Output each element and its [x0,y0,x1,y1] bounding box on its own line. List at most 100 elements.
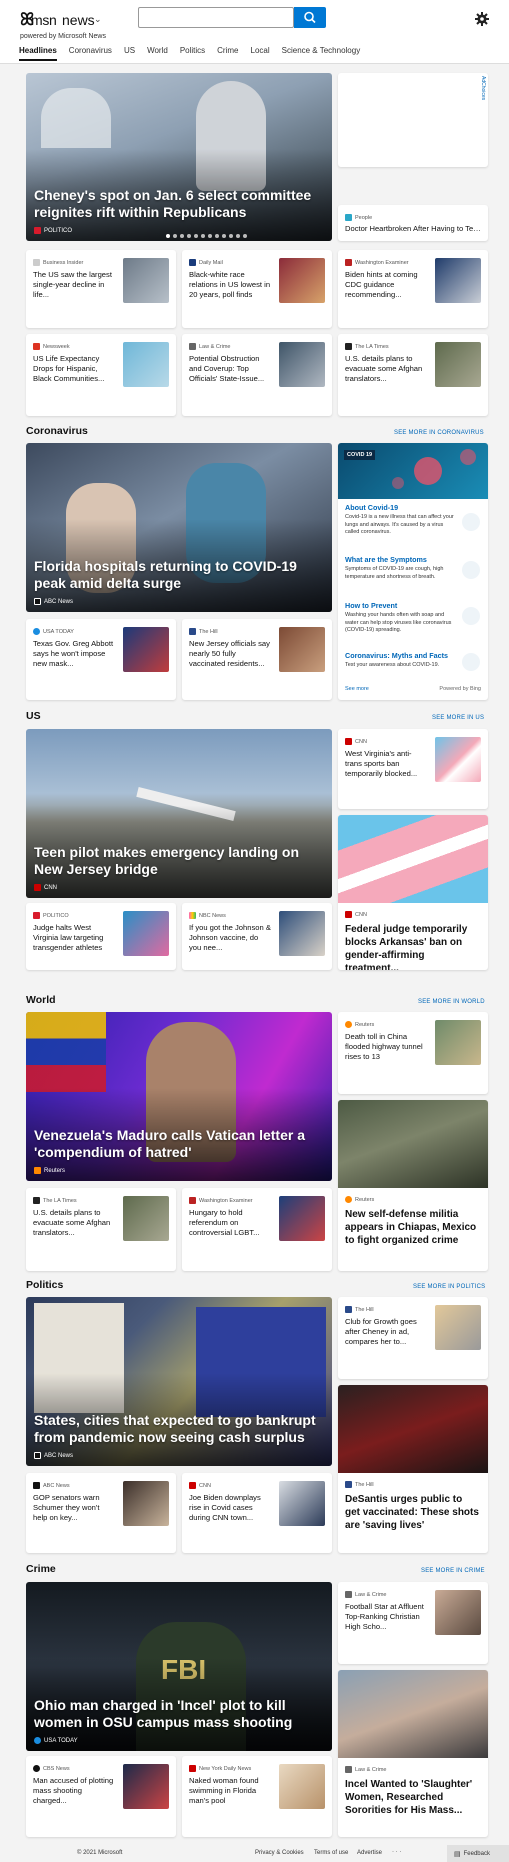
covid-see-more[interactable]: See more [345,686,369,692]
news-card[interactable]: The Hill Club for Growth goes after Chene… [338,1297,488,1379]
news-card[interactable]: NBC News If you got the Johnson & Johnson… [182,903,332,970]
tab-headlines[interactable]: Headlines [19,46,57,61]
tab-politics[interactable]: Politics [180,46,205,61]
msn-logo[interactable]: ꕤ msn news ⌄ powered by Microsoft News [20,9,130,40]
hero-title[interactable]: Ohio man charged in 'Incel' plot to kill… [34,1697,322,1731]
terms-link[interactable]: Terms of use [314,1850,348,1856]
feedback-button[interactable]: ▤ Feedback [447,1845,509,1862]
see-more-world[interactable]: SEE MORE IN WORLD [418,999,485,1005]
news-card[interactable]: Law & Crime Potential Obstruction and Cov… [182,334,332,416]
covid-item-title[interactable]: About Covid-19 [345,503,459,512]
news-card[interactable]: ABC News GOP senators warn Schumer they w… [26,1473,176,1553]
hero-card[interactable]: Florida hospitals returning to COVID-19 … [26,443,332,612]
news-card[interactable]: CNN West Virginia's anti-trans sports ban… [338,729,488,809]
search-input[interactable] [138,7,294,28]
card-thumbnail [279,1481,325,1526]
covid-item-title[interactable]: What are the Symptoms [345,555,459,564]
tab-local[interactable]: Local [251,46,270,61]
source-label: Reuters [355,1196,375,1203]
news-card[interactable]: CNN Joe Biden downplays rise in Covid cas… [182,1473,332,1553]
news-card[interactable]: Reuters Death toll in China flooded highw… [338,1012,488,1094]
see-more-politics[interactable]: SEE MORE IN POLITICS [413,1284,485,1290]
card-title: Doctor Heartbroken After Having to Tell.… [345,224,481,233]
card-thumbnail [279,1196,325,1241]
prevent-icon [462,607,480,625]
hero-card[interactable]: FBI Ohio man charged in 'Incel' plot to … [26,1582,332,1751]
side-card[interactable]: People Doctor Heartbroken After Having t… [338,205,488,241]
tab-coronavirus[interactable]: Coronavirus [69,46,112,61]
covid-item-title[interactable]: Coronavirus: Myths and Facts [345,651,459,660]
news-card[interactable]: USA TODAY Texas Gov. Greg Abbott says he … [26,619,176,700]
covid-item-title[interactable]: How to Prevent [345,601,459,610]
tab-world[interactable]: World [147,46,168,61]
hero-title[interactable]: States, cities that expected to go bankr… [34,1412,322,1446]
reuters-icon [345,1196,352,1203]
news-card[interactable]: Washington Examiner Biden hints at coming… [338,250,488,328]
hero-title[interactable]: Florida hospitals returning to COVID-19 … [34,558,322,592]
the-hill-icon [189,628,196,635]
hero-card[interactable]: Cheney's spot on Jan. 6 select committee… [26,73,332,241]
section-header-crime[interactable]: Crime [26,1563,56,1575]
news-card[interactable]: The LA Times U.S. details plans to evacua… [338,334,488,416]
hero-card[interactable]: Teen pilot makes emergency landing on Ne… [26,729,332,898]
news-card[interactable]: CBS News Man accused of plotting mass sho… [26,1756,176,1837]
adchoices-label[interactable]: AdChoices [480,76,486,100]
covid-item[interactable]: How to Prevent Washing your hands often w… [345,601,459,635]
hero-title[interactable]: Venezuela's Maduro calls Vatican letter … [34,1127,322,1161]
card-thumbnail [279,911,325,956]
news-card[interactable]: The Hill New Jersey officials say nearly … [182,619,332,700]
covid-item[interactable]: Coronavirus: Myths and Facts Test your aw… [345,651,459,670]
news-card-tall[interactable]: Reuters New self-defense militia appears… [338,1100,488,1271]
card-thumbnail [279,258,325,303]
news-card-tall[interactable]: Law & Crime Incel Wanted to 'Slaughter' … [338,1670,488,1837]
news-card-tall[interactable]: The Hill DeSantis urges public to get va… [338,1385,488,1553]
news-card[interactable]: Newsweek US Life Expectancy Drops for His… [26,334,176,416]
tab-science[interactable]: Science & Technology [282,46,361,61]
carousel-dots[interactable] [166,234,247,238]
section-header-us[interactable]: US [26,710,41,722]
see-more-us[interactable]: SEE MORE IN US [432,715,484,721]
card-title: Judge halts West Virginia law targeting … [33,923,104,952]
search-button[interactable] [294,7,326,28]
news-card[interactable]: POLITICO Judge halts West Virginia law ta… [26,903,176,970]
tab-crime[interactable]: Crime [217,46,238,61]
news-card[interactable]: Daily Mail Black-white race relations in … [182,250,332,328]
news-card[interactable]: New York Daily News Naked woman found swi… [182,1756,332,1837]
source-label: Reuters [44,1167,66,1174]
section-header-coronavirus[interactable]: Coronavirus [26,425,88,437]
privacy-link[interactable]: Privacy & Cookies [255,1850,304,1856]
chevron-down-icon[interactable]: ⌄ [94,14,102,25]
covid-item[interactable]: What are the Symptoms Symptoms of COVID-1… [345,555,459,581]
section-header-politics[interactable]: Politics [26,1279,63,1291]
reuters-icon [345,1021,352,1028]
business-insider-icon [33,259,40,266]
news-card[interactable]: Washington Examiner Hungary to hold refer… [182,1188,332,1271]
hero-card[interactable]: States, cities that expected to go bankr… [26,1297,332,1466]
covid-item-text: Symptoms of COVID-19 are cough, high tem… [345,566,444,580]
logo-text: msn [31,12,57,28]
ad-card[interactable]: AdChoices [338,73,488,167]
top-header: ꕤ msn news ⌄ powered by Microsoft News H… [0,0,509,64]
news-card[interactable]: The LA Times U.S. details plans to evacua… [26,1188,176,1271]
source-label: Washington Examiner [199,1197,253,1204]
news-card[interactable]: Law & Crime Football Star at Affluent Top… [338,1582,488,1664]
see-more-coronavirus[interactable]: SEE MORE IN CORONAVIRUS [394,430,484,436]
hero-card[interactable]: Venezuela's Maduro calls Vatican letter … [26,1012,332,1181]
more-icon[interactable]: · · · [392,1849,401,1855]
photo-capitol [41,88,111,148]
news-card[interactable]: Business Insider The US saw the largest s… [26,250,176,328]
news-card-tall[interactable]: CNN Federal judge temporarily blocks Ark… [338,815,488,970]
feedback-icon: ▤ [454,1850,461,1858]
hero-title[interactable]: Teen pilot makes emergency landing on Ne… [34,844,322,878]
gear-icon[interactable] [475,12,489,26]
hero-title[interactable]: Cheney's spot on Jan. 6 select committee… [34,187,322,221]
the-hill-icon [345,1481,352,1488]
covid-item[interactable]: About Covid-19 Covid-19 is a new illness … [345,503,459,537]
tab-us[interactable]: US [124,46,135,61]
advertise-link[interactable]: Advertise [357,1850,382,1856]
see-more-crime[interactable]: SEE MORE IN CRIME [421,1568,485,1574]
section-header-world[interactable]: World [26,994,56,1006]
source-label: New York Daily News [199,1765,252,1772]
source-label: Washington Examiner [355,259,409,266]
cnn-icon [189,1482,196,1489]
